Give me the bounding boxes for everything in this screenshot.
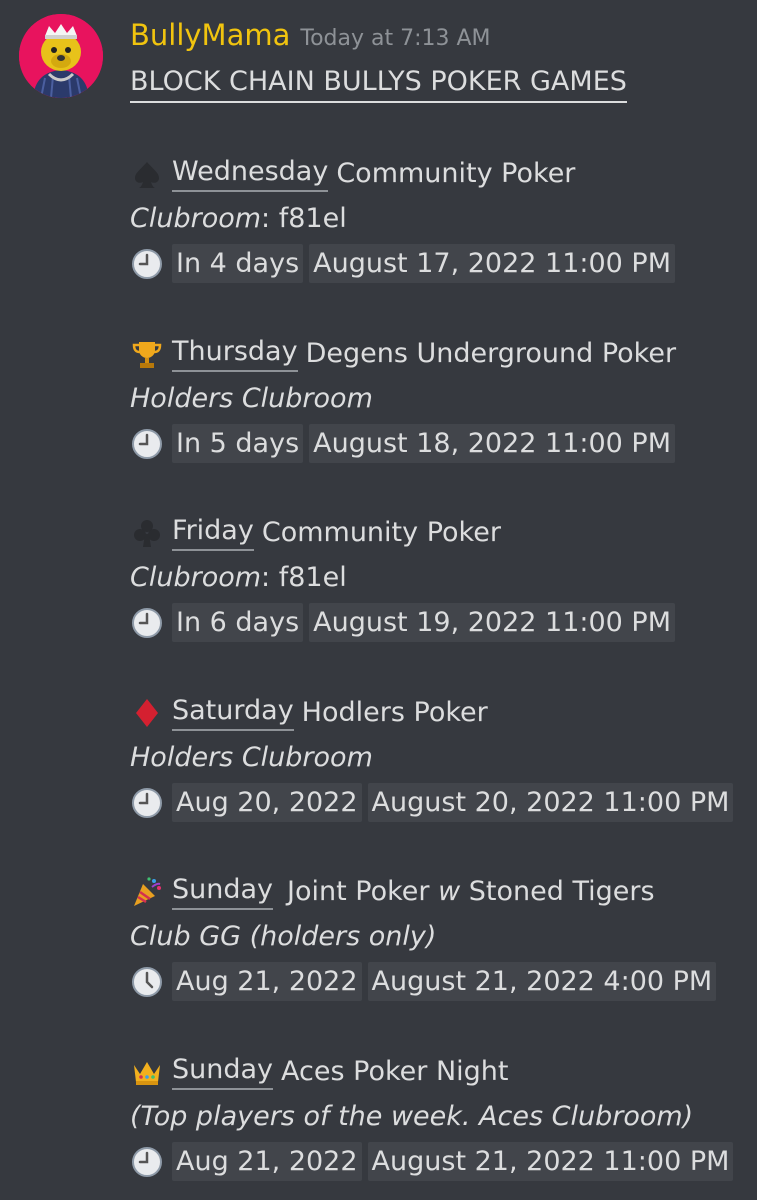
absolute-timestamp[interactable]: August 19, 2022 11:00 PM [309,603,676,642]
event-location-label: Holders Clubroom [130,742,373,773]
event-day[interactable]: Sunday [172,874,274,910]
clock-icon [130,427,164,461]
event-location: Clubroom: f81el [130,555,750,600]
event-day[interactable]: Sunday [172,1054,274,1090]
event-title-line: Wednesday Community Poker [130,151,750,196]
event-day[interactable]: Wednesday [172,156,329,192]
event-title-with: w [438,876,461,907]
party-popper-icon [130,875,164,909]
event-location-label: Holders Clubroom [130,383,373,414]
event-entry: Sunday Joint Poker w Stoned Tigers Club … [130,869,750,1004]
event-location-label: Clubroom [130,562,262,593]
event-title-line: Sunday Aces Poker Night [130,1049,750,1094]
event-location-label: Clubroom [130,203,262,234]
spade-icon [130,157,164,191]
relative-timestamp[interactable]: In 6 days [172,603,304,642]
crown-icon [130,1055,164,1089]
event-title: Aces Poker Night [281,1056,509,1087]
event-time-line: Aug 21, 2022 August 21, 2022 4:00 PM [130,959,750,1004]
event-title: Community Poker [336,158,576,189]
event-location: Holders Clubroom [130,376,750,421]
user-avatar[interactable] [19,14,103,98]
chat-message: BullyMama Today at 7:13 AM BLOCK CHAIN BU… [0,0,757,1200]
clock-icon [130,606,164,640]
event-title: Community Poker [261,517,501,548]
username[interactable]: BullyMama [130,18,290,52]
event-title: Hodlers Poker [301,697,488,728]
event-time-line: Aug 21, 2022 August 21, 2022 11:00 PM [130,1139,750,1184]
event-location: (Top players of the week. Aces Clubroom) [130,1094,750,1139]
event-day[interactable]: Saturday [172,695,294,731]
absolute-timestamp[interactable]: August 21, 2022 11:00 PM [367,1142,734,1181]
event-time-line: In 5 days August 18, 2022 11:00 PM [130,421,750,466]
event-entry: Friday Community Poker Clubroom: f81el I… [130,510,750,645]
event-location-label: (Top players of the week. Aces Clubroom) [130,1101,694,1132]
event-location-code: : f81el [261,203,347,234]
event-time-line: Aug 20, 2022 August 20, 2022 11:00 PM [130,780,750,825]
club-icon [130,516,164,550]
event-day[interactable]: Friday [172,515,254,551]
relative-timestamp[interactable]: Aug 21, 2022 [172,962,362,1001]
event-location-code: : f81el [261,562,347,593]
relative-timestamp[interactable]: Aug 21, 2022 [172,1142,362,1181]
event-location-label: Club GG (holders only) [130,921,437,952]
clock-icon [130,247,164,281]
event-title: Degens Underground Poker [305,338,677,369]
event-entry: Wednesday Community Poker Clubroom: f81e… [130,151,750,286]
message-headline: BLOCK CHAIN BULLYS POKER GAMES [130,66,627,103]
event-entry: Thursday Degens Underground Poker Holder… [130,331,750,466]
absolute-timestamp[interactable]: August 20, 2022 11:00 PM [367,783,734,822]
event-title-line: Sunday Joint Poker w Stoned Tigers [130,869,750,914]
relative-timestamp[interactable]: In 5 days [172,424,304,463]
trophy-icon [130,337,164,371]
event-entry: Saturday Hodlers Poker Holders Clubroom … [130,690,750,825]
event-title-line: Friday Community Poker [130,510,750,555]
relative-timestamp[interactable]: Aug 20, 2022 [172,783,362,822]
event-title-line: Thursday Degens Underground Poker [130,331,750,376]
event-time-line: In 6 days August 19, 2022 11:00 PM [130,600,750,645]
diamond-icon [130,696,164,730]
absolute-timestamp[interactable]: August 17, 2022 11:00 PM [309,244,676,283]
message-timestamp[interactable]: Today at 7:13 AM [300,26,490,51]
event-location: Clubroom: f81el [130,196,750,241]
clock-icon [130,1145,164,1179]
absolute-timestamp[interactable]: August 18, 2022 11:00 PM [309,424,676,463]
event-location: Club GG (holders only) [130,914,750,959]
event-location: Holders Clubroom [130,735,750,780]
event-title: Joint Poker w Stoned Tigers [287,876,655,907]
event-title-line: Saturday Hodlers Poker [130,690,750,735]
event-title-part: Stoned Tigers [460,876,655,907]
event-time-line: In 4 days August 17, 2022 11:00 PM [130,241,750,286]
clock-icon [130,786,164,820]
absolute-timestamp[interactable]: August 21, 2022 4:00 PM [367,962,717,1001]
relative-timestamp[interactable]: In 4 days [172,244,304,283]
message-header: BullyMama Today at 7:13 AM [130,18,491,52]
event-title-part: Joint Poker [287,876,439,907]
clock-icon [130,965,164,999]
event-day[interactable]: Thursday [172,336,298,372]
event-entry: Sunday Aces Poker Night (Top players of … [130,1049,750,1184]
